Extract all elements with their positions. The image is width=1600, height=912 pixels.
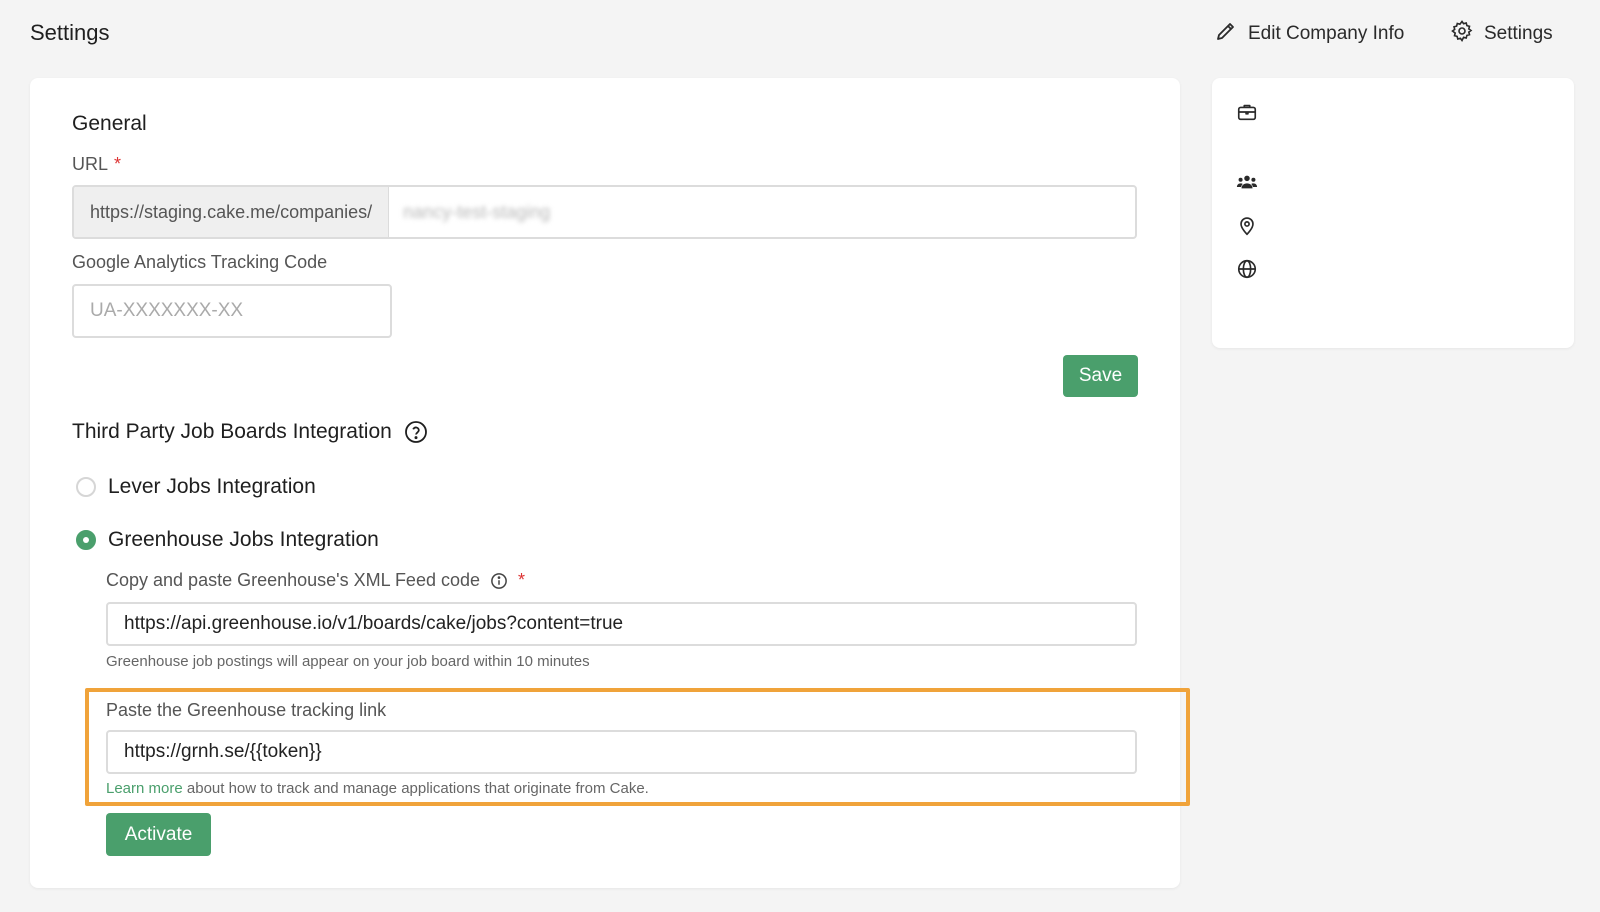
company-url-field: https://staging.cake.me/companies/ nancy…	[72, 185, 1137, 239]
integration-section-title: Third Party Job Boards Integration	[72, 420, 392, 443]
activate-button[interactable]: Activate	[106, 813, 211, 856]
lever-integration-label: Lever Jobs Integration	[108, 475, 316, 498]
general-section-title: General	[72, 112, 147, 135]
url-slug-input[interactable]: nancy-test-staging	[389, 187, 1135, 237]
gear-icon	[1450, 19, 1474, 49]
users-icon	[1236, 171, 1258, 193]
edit-company-info-label: Edit Company Info	[1248, 23, 1405, 44]
globe-icon	[1236, 258, 1258, 280]
xml-feed-help-text: Greenhouse job postings will appear on y…	[106, 653, 590, 670]
info-icon[interactable]	[490, 572, 508, 590]
integration-header: Third Party Job Boards Integration	[72, 420, 428, 444]
tracking-link-label: Paste the Greenhouse tracking link	[106, 700, 387, 720]
lever-integration-option[interactable]: Lever Jobs Integration	[76, 475, 316, 499]
location-pin-icon	[1236, 215, 1258, 237]
greenhouse-integration-label: Greenhouse Jobs Integration	[108, 528, 379, 551]
pencil-icon	[1214, 19, 1238, 49]
xml-feed-input[interactable]	[106, 602, 1137, 646]
url-prefix: https://staging.cake.me/companies/	[74, 187, 390, 237]
settings-label: Settings	[1484, 23, 1553, 44]
xml-feed-label: Copy and paste Greenhouse's XML Feed cod…	[106, 570, 526, 590]
ga-tracking-label: Google Analytics Tracking Code	[72, 252, 328, 272]
page-title: Settings	[30, 20, 110, 45]
tracking-help-rest: about how to track and manage applicatio…	[182, 780, 649, 797]
lever-radio[interactable]	[76, 477, 96, 497]
tracking-link-input[interactable]	[106, 730, 1137, 774]
required-mark: *	[518, 570, 526, 590]
briefcase-icon	[1236, 101, 1258, 123]
edit-company-info-button[interactable]: Edit Company Info	[1214, 20, 1404, 48]
ga-tracking-input[interactable]	[72, 284, 392, 338]
tracking-help-text: Learn more about how to track and manage…	[106, 780, 649, 797]
greenhouse-radio[interactable]	[76, 530, 96, 550]
top-bar: Settings Edit Company Info Settings	[0, 0, 1600, 68]
save-button[interactable]: Save	[1063, 355, 1138, 397]
help-circle-icon[interactable]	[404, 420, 428, 444]
company-info-card	[1212, 78, 1574, 348]
greenhouse-integration-option[interactable]: Greenhouse Jobs Integration	[76, 528, 379, 552]
url-label: URL *	[72, 154, 122, 174]
settings-button[interactable]: Settings	[1450, 20, 1553, 48]
learn-more-link[interactable]: Learn more	[106, 780, 183, 797]
required-mark: *	[114, 154, 122, 174]
